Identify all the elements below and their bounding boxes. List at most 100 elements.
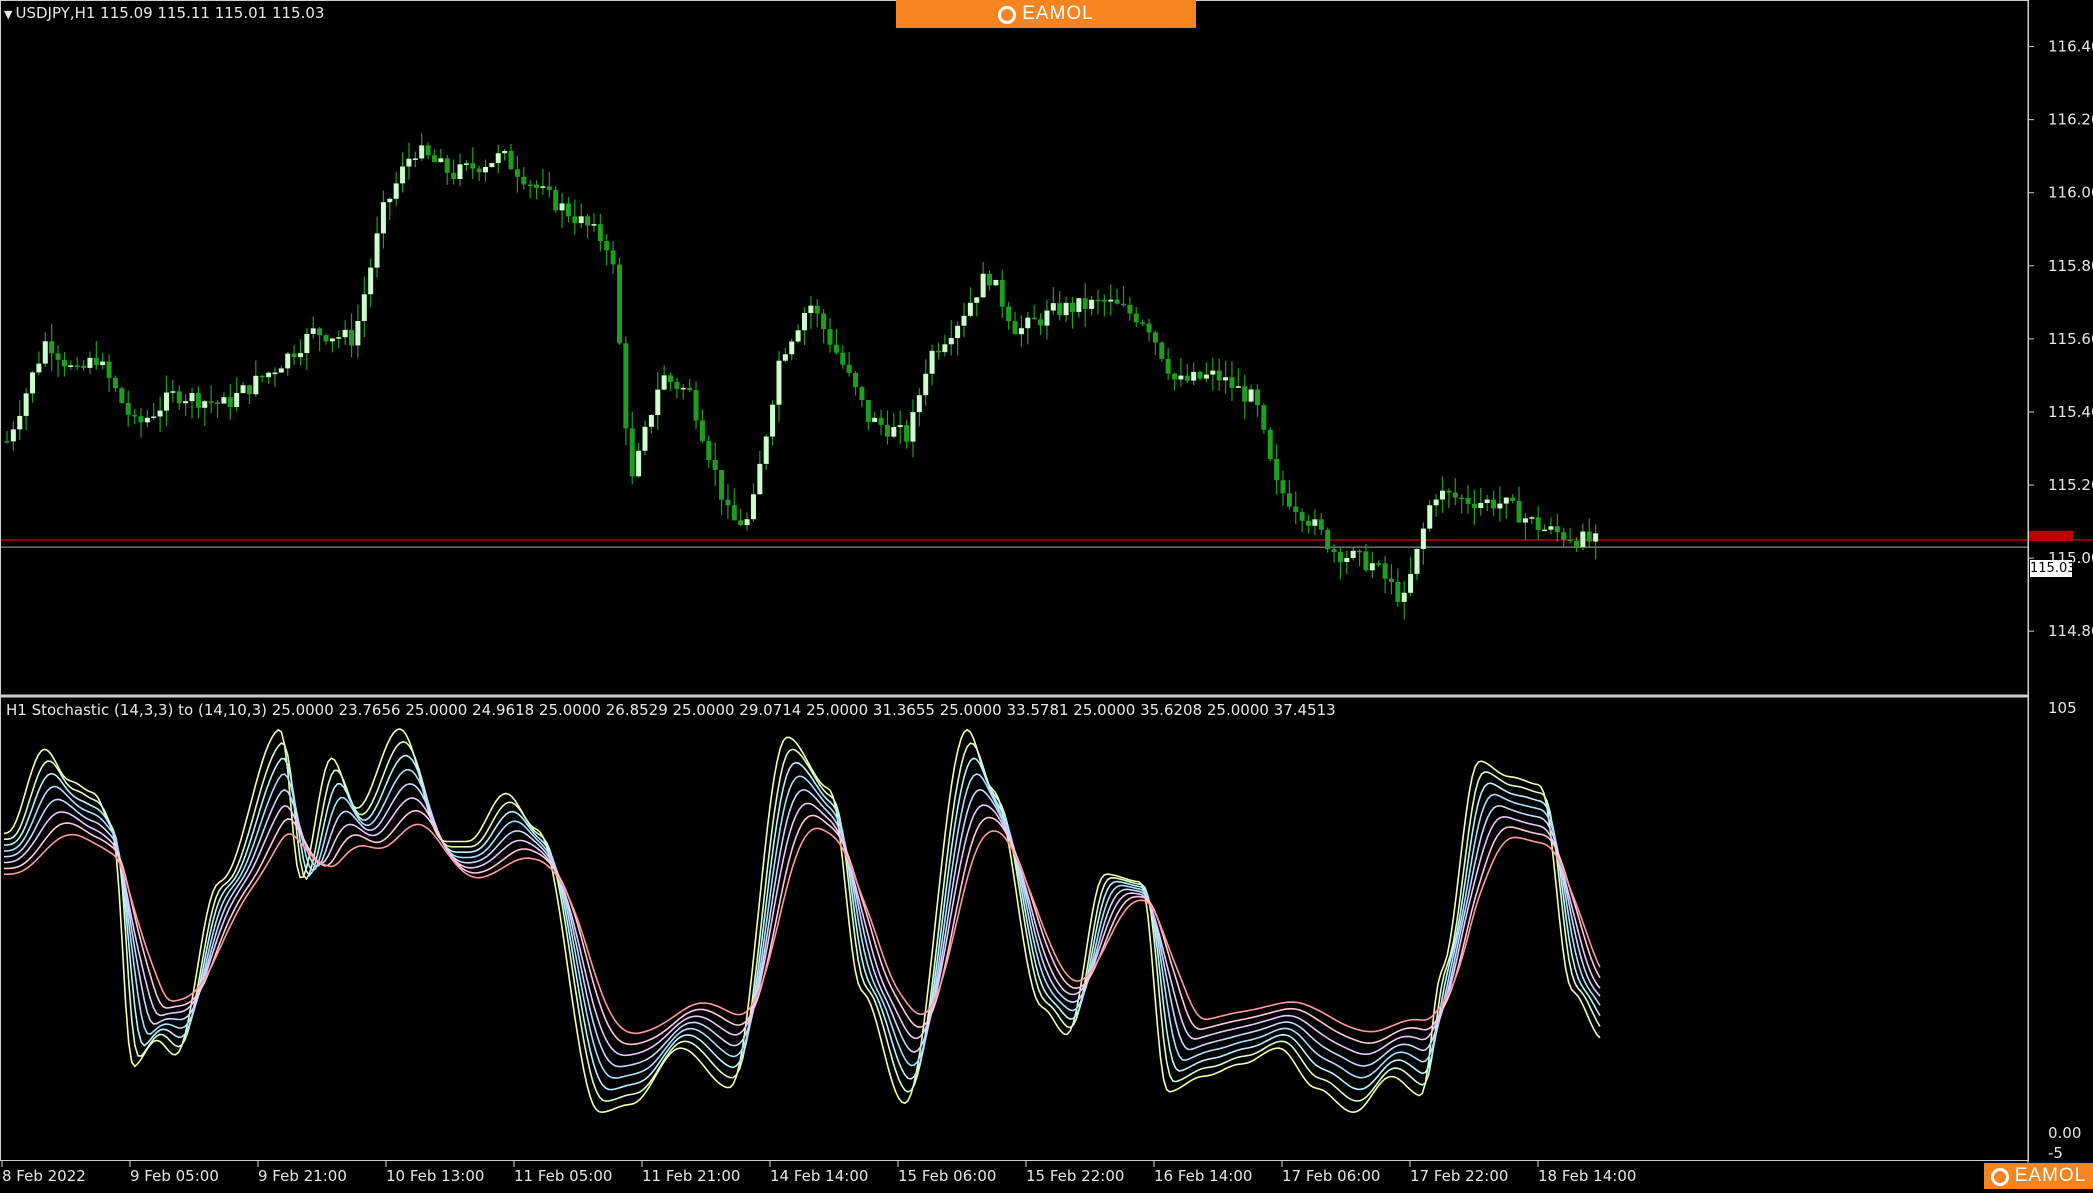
time-tick-label: 11 Feb 21:00 xyxy=(642,1167,740,1185)
candle-body xyxy=(712,460,718,470)
candle-body xyxy=(846,364,852,373)
candle-body xyxy=(444,158,450,173)
candle-body xyxy=(738,520,744,526)
candle-body xyxy=(1337,552,1343,563)
candle-body xyxy=(285,353,291,369)
symbol-info: ▼ USDJPY,H1 115.09 115.11 115.01 115.03 xyxy=(4,4,324,22)
collapse-triangle-icon[interactable]: ▼ xyxy=(4,8,12,21)
candle-body xyxy=(208,401,214,403)
current-price-label: 115.03 xyxy=(2030,560,2076,577)
stochastic-line xyxy=(4,823,1601,1035)
candle-body xyxy=(1567,539,1573,542)
candle-body xyxy=(648,415,654,427)
candle-body xyxy=(1184,375,1190,381)
candle-body xyxy=(1427,505,1433,529)
price-pane[interactable] xyxy=(0,133,2093,620)
candle-body xyxy=(821,313,827,330)
candle-body xyxy=(527,184,533,187)
candle-body xyxy=(1172,373,1178,380)
brand-logo-bottom[interactable]: EAMOL xyxy=(1984,1163,2093,1189)
candle-body xyxy=(1267,429,1273,460)
candle-body xyxy=(827,329,833,345)
candle-body xyxy=(125,403,131,415)
candle-body xyxy=(374,233,380,268)
candle-body xyxy=(597,224,603,242)
candle-body xyxy=(1516,500,1522,523)
stochastic-line xyxy=(3,728,1601,1114)
candle-body xyxy=(1459,497,1465,500)
candle-body xyxy=(1261,405,1267,430)
candle-body xyxy=(253,375,259,395)
candle-body xyxy=(1025,317,1031,329)
price-tick-label: 114.80 xyxy=(2048,622,2093,640)
candle-body xyxy=(565,203,571,217)
candle-body xyxy=(999,279,1005,307)
candle-body xyxy=(833,344,839,353)
candle-body xyxy=(904,425,910,442)
candle-body xyxy=(910,412,916,442)
brand-logo-top[interactable]: EAMOL xyxy=(896,0,1196,28)
candle-body xyxy=(1357,550,1363,553)
candle-body xyxy=(1312,519,1318,526)
candle-body xyxy=(808,305,814,314)
candle-body xyxy=(323,335,329,342)
candle-body xyxy=(227,397,233,408)
candle-body xyxy=(240,385,246,394)
price-tick-label: 115.20 xyxy=(2048,476,2093,494)
candle-body xyxy=(508,150,514,170)
candle-body xyxy=(489,163,495,167)
candle-body xyxy=(1491,499,1497,509)
candle-body xyxy=(795,330,801,342)
stochastic-pane[interactable] xyxy=(3,728,1601,1114)
stochastic-line xyxy=(4,740,1601,1102)
candle-body xyxy=(1350,550,1356,558)
candle-body xyxy=(578,216,584,224)
candle-body xyxy=(993,279,999,286)
candle-body xyxy=(170,391,176,393)
candle-body xyxy=(878,417,884,425)
price-tick-label: 115.60 xyxy=(2048,330,2093,348)
candle-body xyxy=(495,153,501,164)
candle-body xyxy=(680,387,686,390)
candle-body xyxy=(259,375,265,378)
candle-body xyxy=(202,401,208,408)
candle-body xyxy=(317,328,323,336)
candle-body xyxy=(100,361,106,366)
bid-price-marker xyxy=(2029,530,2073,541)
candle-body xyxy=(476,168,482,173)
candle-body xyxy=(923,373,929,396)
candle-body xyxy=(948,338,954,345)
candle-body xyxy=(840,352,846,365)
candle-body xyxy=(623,343,629,429)
candle-body xyxy=(776,360,782,405)
candle-body xyxy=(1114,299,1120,304)
candle-body xyxy=(221,397,227,404)
chart-axes: 116.40 116.20 116.00 115.80 115.60 115.40 115.… xyxy=(0,0,2093,1185)
candle-body xyxy=(687,387,693,391)
candle-body xyxy=(1044,310,1050,326)
candle-body xyxy=(463,163,469,165)
candle-body xyxy=(112,377,118,389)
candle-body xyxy=(419,145,425,159)
candle-body xyxy=(36,363,42,373)
candle-body xyxy=(1191,371,1197,381)
candle-body xyxy=(342,329,348,338)
candle-body xyxy=(929,350,935,374)
candle-body xyxy=(1101,299,1107,302)
candle-body xyxy=(68,365,74,367)
brand-logo-icon xyxy=(998,6,1017,24)
candle-body xyxy=(61,359,67,367)
candle-body xyxy=(853,372,859,388)
candle-body xyxy=(93,357,99,366)
candle-body xyxy=(763,436,769,464)
candle-body xyxy=(1503,497,1509,504)
candle-body xyxy=(629,428,635,477)
candle-body xyxy=(514,169,520,177)
candle-body xyxy=(719,469,725,500)
candle-body xyxy=(278,368,284,373)
candle-body xyxy=(1203,374,1209,379)
time-tick-label: 9 Feb 05:00 xyxy=(130,1167,219,1185)
price-tick-label: 116.20 xyxy=(2048,111,2093,129)
candle-body xyxy=(1095,299,1101,302)
candle-body xyxy=(1108,299,1114,302)
